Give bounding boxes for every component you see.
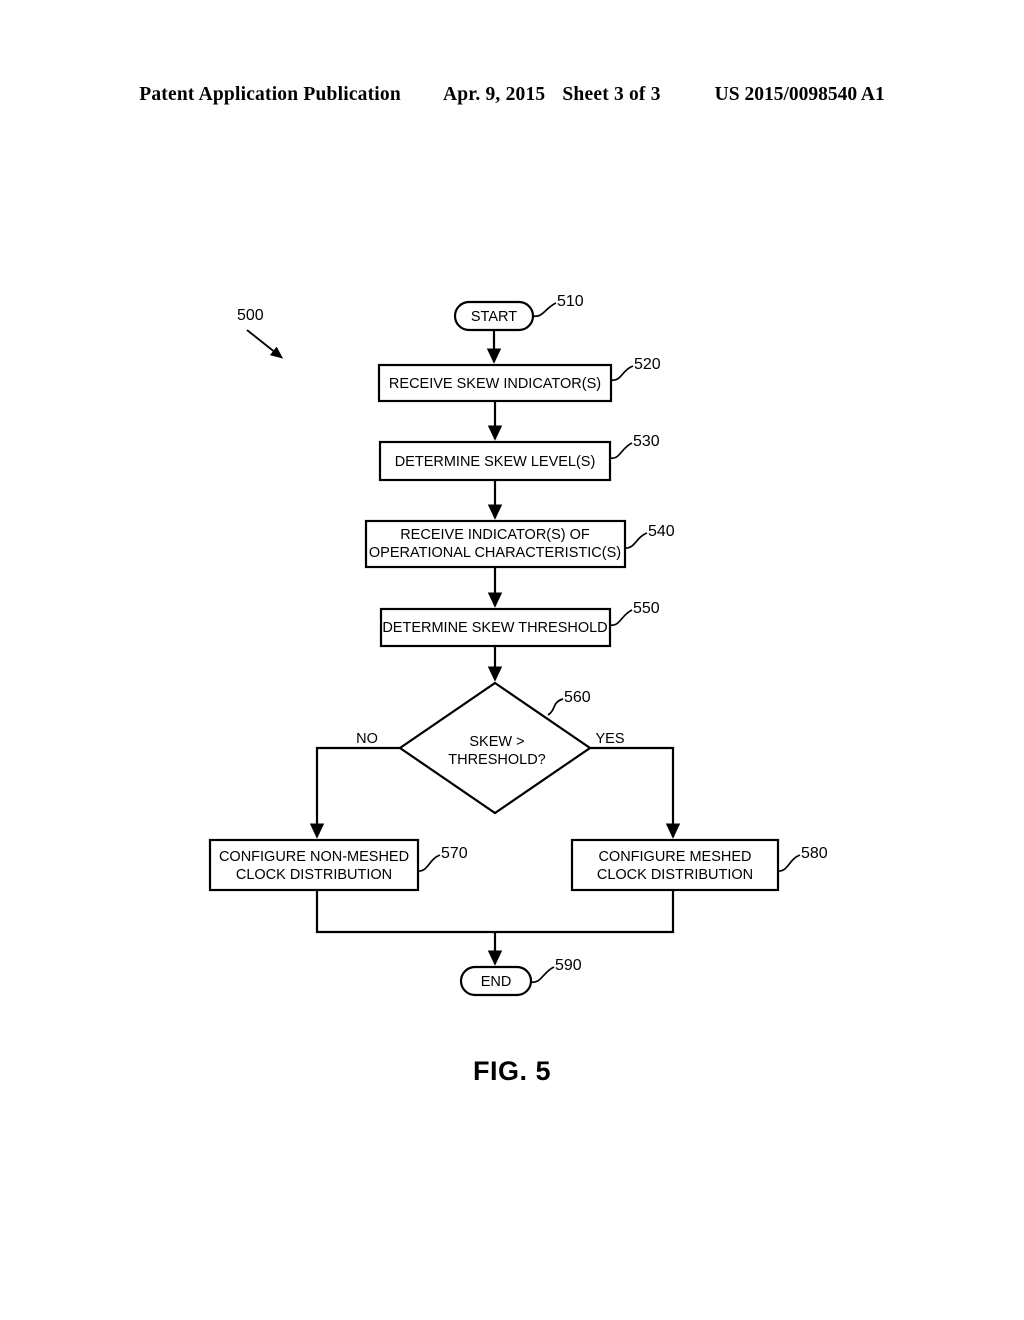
node-start: START 510 — [453, 293, 584, 332]
leader-line-530 — [609, 442, 633, 459]
node-determine-skew-levels: DETERMINE SKEW LEVEL(S) 530 — [378, 433, 660, 482]
ref-number-560: 560 — [564, 689, 591, 706]
flowchart-svg: 500 START 510 RECEIVE SKEW INDICATOR(S) … — [208, 293, 828, 997]
node-determine-skew-threshold: DETERMINE SKEW THRESHOLD 550 — [379, 600, 660, 648]
decision-label-line2: THRESHOLD? — [448, 752, 546, 768]
figure-5-flowchart: 500 START 510 RECEIVE SKEW INDICATOR(S) … — [0, 0, 1024, 1320]
ref-number-520: 520 — [634, 356, 661, 373]
patent-drawing-page: Patent Application Publication Apr. 9, 2… — [0, 0, 1024, 1320]
figure-reference-number: 500 — [237, 307, 264, 324]
ref-number-510: 510 — [557, 293, 584, 310]
node-decision-skew-threshold: SKEW > THRESHOLD? 560 — [398, 681, 592, 815]
node-configure-meshed: CONFIGURE MESHED CLOCK DISTRIBUTION 580 — [570, 838, 828, 892]
connector-yes-branch — [590, 746, 681, 839]
step-540-label-line1: RECEIVE INDICATOR(S) OF — [400, 527, 590, 543]
start-label: START — [471, 309, 517, 325]
leader-line-510 — [532, 302, 557, 318]
leader-line-550 — [609, 609, 633, 626]
step-530-label: DETERMINE SKEW LEVEL(S) — [395, 454, 596, 470]
ref-number-550: 550 — [633, 600, 660, 617]
leader-line-570 — [417, 854, 441, 872]
ref-number-540: 540 — [648, 523, 675, 540]
branch-label-no: NO — [356, 731, 378, 747]
branch-label-yes: YES — [595, 731, 624, 747]
node-configure-non-meshed: CONFIGURE NON-MESHED CLOCK DISTRIBUTION … — [208, 838, 468, 892]
node-end: END 590 — [459, 957, 582, 997]
figure-reference-arrow — [246, 329, 284, 359]
node-receive-skew-indicators: RECEIVE SKEW INDICATOR(S) 520 — [377, 356, 661, 403]
step-580-label-line1: CONFIGURE MESHED — [598, 849, 751, 865]
node-receive-operational-characteristics: RECEIVE INDICATOR(S) OF OPERATIONAL CHAR… — [364, 519, 675, 569]
figure-caption: FIG. 5 — [472, 1056, 551, 1086]
leader-line-520 — [610, 365, 634, 381]
figure-reference-500: 500 — [237, 307, 284, 359]
step-580-label-line2: CLOCK DISTRIBUTION — [597, 867, 753, 883]
connector-merge-to-end — [315, 890, 675, 934]
connector-no-branch — [309, 746, 400, 839]
end-label: END — [481, 974, 512, 990]
ref-number-530: 530 — [633, 433, 660, 450]
ref-number-570: 570 — [441, 845, 468, 862]
ref-number-590: 590 — [555, 957, 582, 974]
step-570-label-line1: CONFIGURE NON-MESHED — [219, 849, 409, 865]
leader-line-560 — [547, 698, 564, 716]
step-540-label-line2: OPERATIONAL CHARACTERISTIC(S) — [369, 545, 621, 561]
ref-number-580: 580 — [801, 845, 828, 862]
leader-line-580 — [777, 854, 801, 872]
step-570-label-line2: CLOCK DISTRIBUTION — [236, 867, 392, 883]
leader-line-590 — [530, 966, 555, 983]
leader-line-540 — [624, 532, 648, 549]
step-520-label: RECEIVE SKEW INDICATOR(S) — [389, 376, 601, 392]
decision-label-line1: SKEW > — [469, 734, 524, 750]
step-550-label: DETERMINE SKEW THRESHOLD — [382, 620, 607, 636]
